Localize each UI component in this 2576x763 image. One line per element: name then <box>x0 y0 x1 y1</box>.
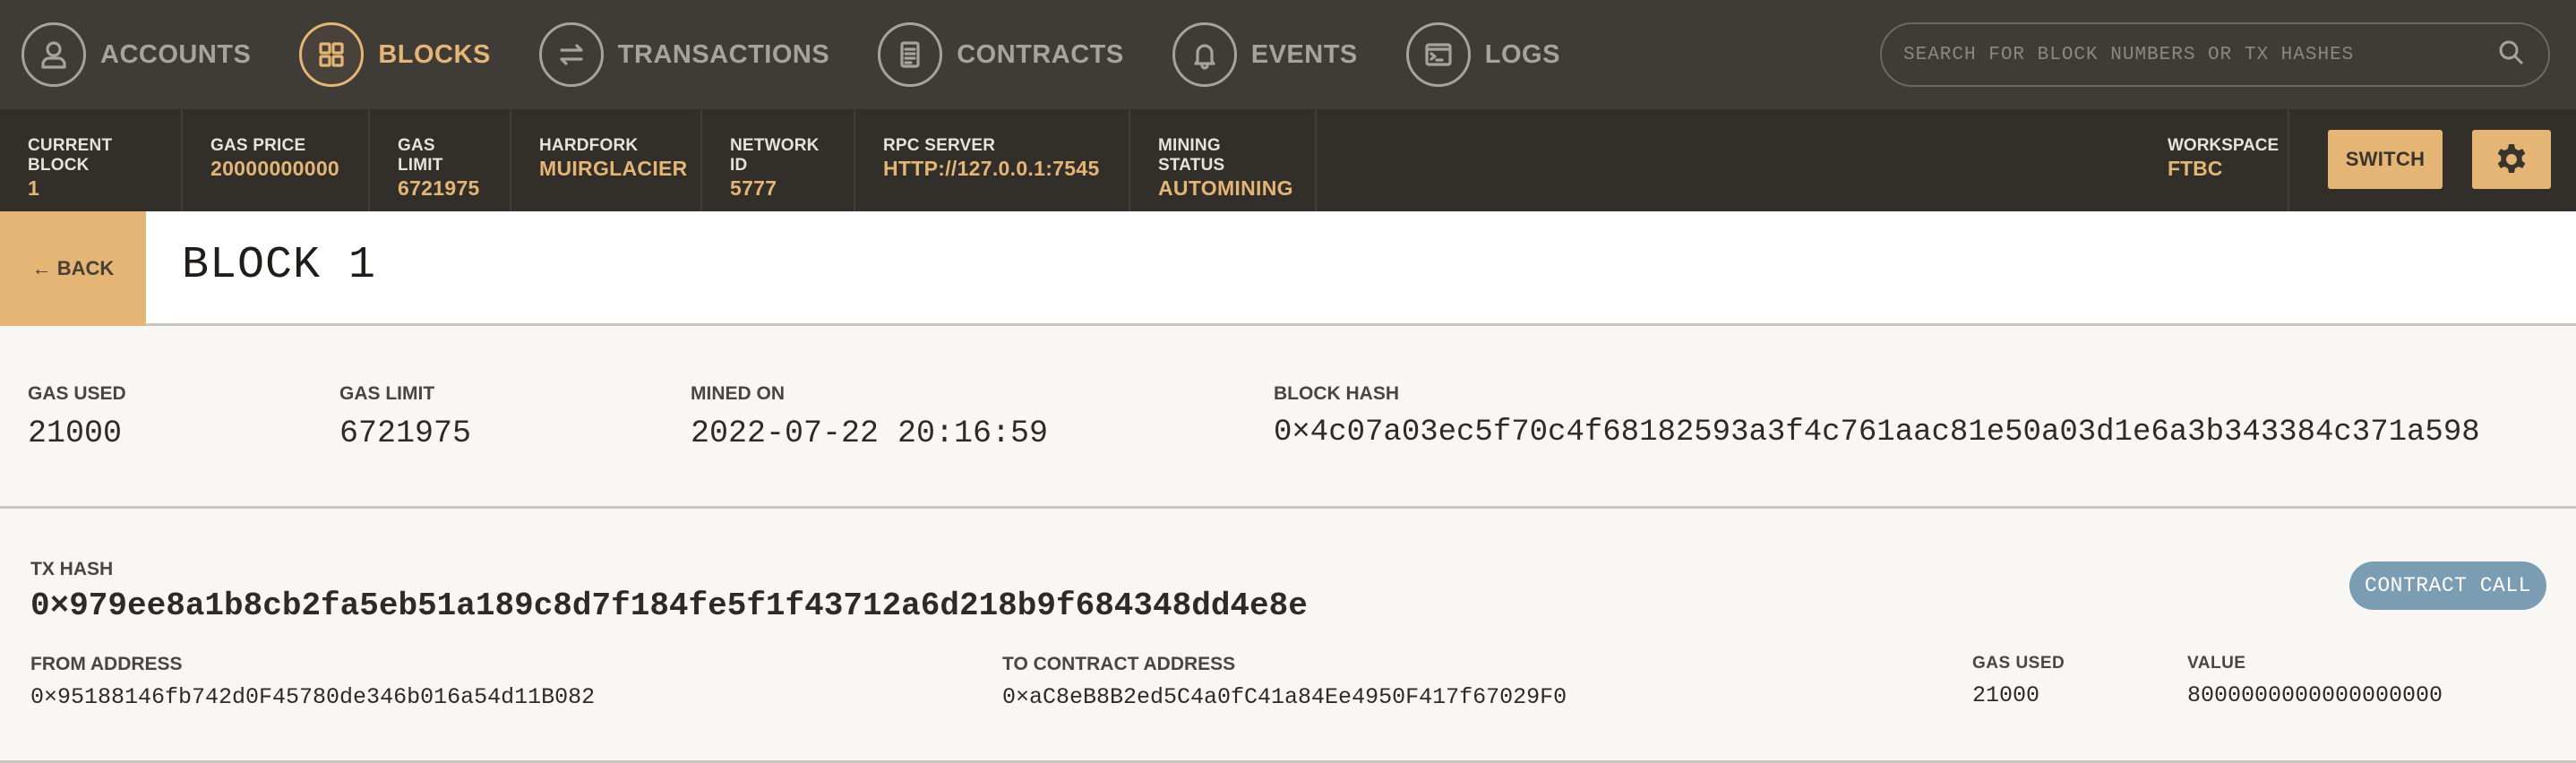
stat-network-id: NETWORK ID 5777 <box>702 109 855 211</box>
bell-icon <box>1172 22 1237 87</box>
from-address-label: FROM ADDRESS <box>30 654 183 674</box>
stat-label: RPC SERVER <box>883 136 996 155</box>
to-address-value: 0×aC8eB8B2ed5C4a0fC41a84Ee4950F417f67029… <box>1002 684 1567 710</box>
nav-logs-label: LOGS <box>1484 39 1560 69</box>
switch-workspace-button[interactable]: SWITCH <box>2328 130 2443 189</box>
transaction-row[interactable]: TX HASH 0×979ee8a1b8cb2fa5eb51a189c8d7f1… <box>0 509 2576 763</box>
back-button[interactable]: ← BACK <box>0 211 146 326</box>
nav-blocks-label: BLOCKS <box>378 39 491 69</box>
block-gas-limit: GAS LIMIT 6721975 <box>339 383 471 451</box>
stat-label: GAS LIMIT <box>398 136 443 175</box>
field-value: 6721975 <box>339 416 472 451</box>
tx-gas-used-value: 21000 <box>1972 682 2040 708</box>
field-value: 2022-07-22 20:16:59 <box>691 416 1049 451</box>
nav-contracts-label: CONTRACTS <box>957 39 1124 69</box>
stat-label: CURRENT BLOCK <box>28 136 113 175</box>
nav-blocks[interactable]: BLOCKS <box>299 0 490 109</box>
stat-hardfork: HARDFORK MUIRGLACIER <box>511 109 702 211</box>
tx-type-badge: CONTRACT CALL <box>2349 562 2546 610</box>
stat-value: 20000000000 <box>210 157 340 180</box>
block-gas-used: GAS USED 21000 <box>28 383 126 451</box>
tx-gas-used-label: GAS USED <box>1972 654 2065 673</box>
stat-label: HARDFORK <box>539 136 639 155</box>
nav-accounts[interactable]: ACCOUNTS <box>21 0 251 109</box>
top-navigation: ACCOUNTS BLOCKS TRANSACTIONS CONTRACTS E… <box>0 0 2576 109</box>
stat-label: NETWORK ID <box>730 136 820 175</box>
stat-value: 1 <box>28 176 40 200</box>
stat-workspace: WORKSPACE FTBC <box>2168 109 2289 211</box>
stat-label: WORKSPACE <box>2168 136 2280 155</box>
block-mined-on: MINED ON 2022-07-22 20:16:59 <box>691 383 1048 451</box>
field-label: MINED ON <box>691 383 785 404</box>
stat-mining-status: MINING STATUS AUTOMINING <box>1130 109 1317 211</box>
tx-hash-label: TX HASH <box>30 559 114 579</box>
field-value: 21000 <box>28 416 123 451</box>
nav-transactions-label: TRANSACTIONS <box>617 39 830 69</box>
document-icon <box>878 22 943 87</box>
block-hash: BLOCK HASH 0×4c07a03ec5f70c4f68182593a3f… <box>1274 383 2480 450</box>
nav-accounts-label: ACCOUNTS <box>100 39 252 69</box>
field-value: 0×4c07a03ec5f70c4f68182593a3f4c761aac81e… <box>1274 416 2480 450</box>
search-input[interactable] <box>1903 44 2496 65</box>
settings-button[interactable] <box>2472 130 2551 189</box>
block-details: GAS USED 21000 GAS LIMIT 6721975 MINED O… <box>0 326 2576 509</box>
tx-hash-value: 0×979ee8a1b8cb2fa5eb51a189c8d7f184fe5f1f… <box>30 587 1308 624</box>
status-bar: CURRENT BLOCK 1 GAS PRICE 20000000000 GA… <box>0 109 2576 211</box>
field-label: GAS LIMIT <box>339 383 435 404</box>
stat-label: MINING STATUS <box>1158 136 1225 175</box>
field-label: GAS USED <box>28 383 126 404</box>
stat-current-block: CURRENT BLOCK 1 <box>0 109 183 211</box>
search-bar[interactable] <box>1880 22 2550 87</box>
swap-arrows-icon <box>538 22 604 87</box>
stat-value: FTBC <box>2168 157 2223 180</box>
nav-transactions[interactable]: TRANSACTIONS <box>538 0 830 109</box>
stat-rpc-server: RPC SERVER HTTP://127.0.0.1:7545 <box>855 109 1130 211</box>
stat-value: HTTP://127.0.0.1:7545 <box>883 157 1100 180</box>
stat-value: MUIRGLACIER <box>539 157 688 180</box>
tx-value-label: VALUE <box>2187 654 2246 673</box>
page-header: ← BACK BLOCK 1 <box>0 211 2576 326</box>
stat-value: 6721975 <box>398 176 480 200</box>
terminal-icon <box>1405 22 1471 87</box>
stat-value: AUTOMINING <box>1158 176 1293 200</box>
search-icon[interactable] <box>2496 38 2527 73</box>
stat-gas-limit: GAS LIMIT 6721975 <box>370 109 511 211</box>
nav-events[interactable]: EVENTS <box>1172 0 1358 109</box>
gear-icon <box>2497 144 2526 173</box>
to-address-label: TO CONTRACT ADDRESS <box>1002 654 1236 674</box>
tx-value-value: 8000000000000000000 <box>2187 682 2443 708</box>
stat-value: 5777 <box>730 176 777 200</box>
stat-gas-price: GAS PRICE 20000000000 <box>183 109 370 211</box>
nav-logs[interactable]: LOGS <box>1405 0 1560 109</box>
person-icon <box>21 22 86 87</box>
field-label: BLOCK HASH <box>1274 383 1399 404</box>
grid-icon <box>299 22 365 87</box>
nav-events-label: EVENTS <box>1250 39 1358 69</box>
stat-label: GAS PRICE <box>210 136 306 155</box>
nav-contracts[interactable]: CONTRACTS <box>878 0 1124 109</box>
page-title: BLOCK 1 <box>182 240 377 291</box>
from-address-value: 0×95188146fb742d0F45780de346b016a54d11B0… <box>30 684 596 710</box>
